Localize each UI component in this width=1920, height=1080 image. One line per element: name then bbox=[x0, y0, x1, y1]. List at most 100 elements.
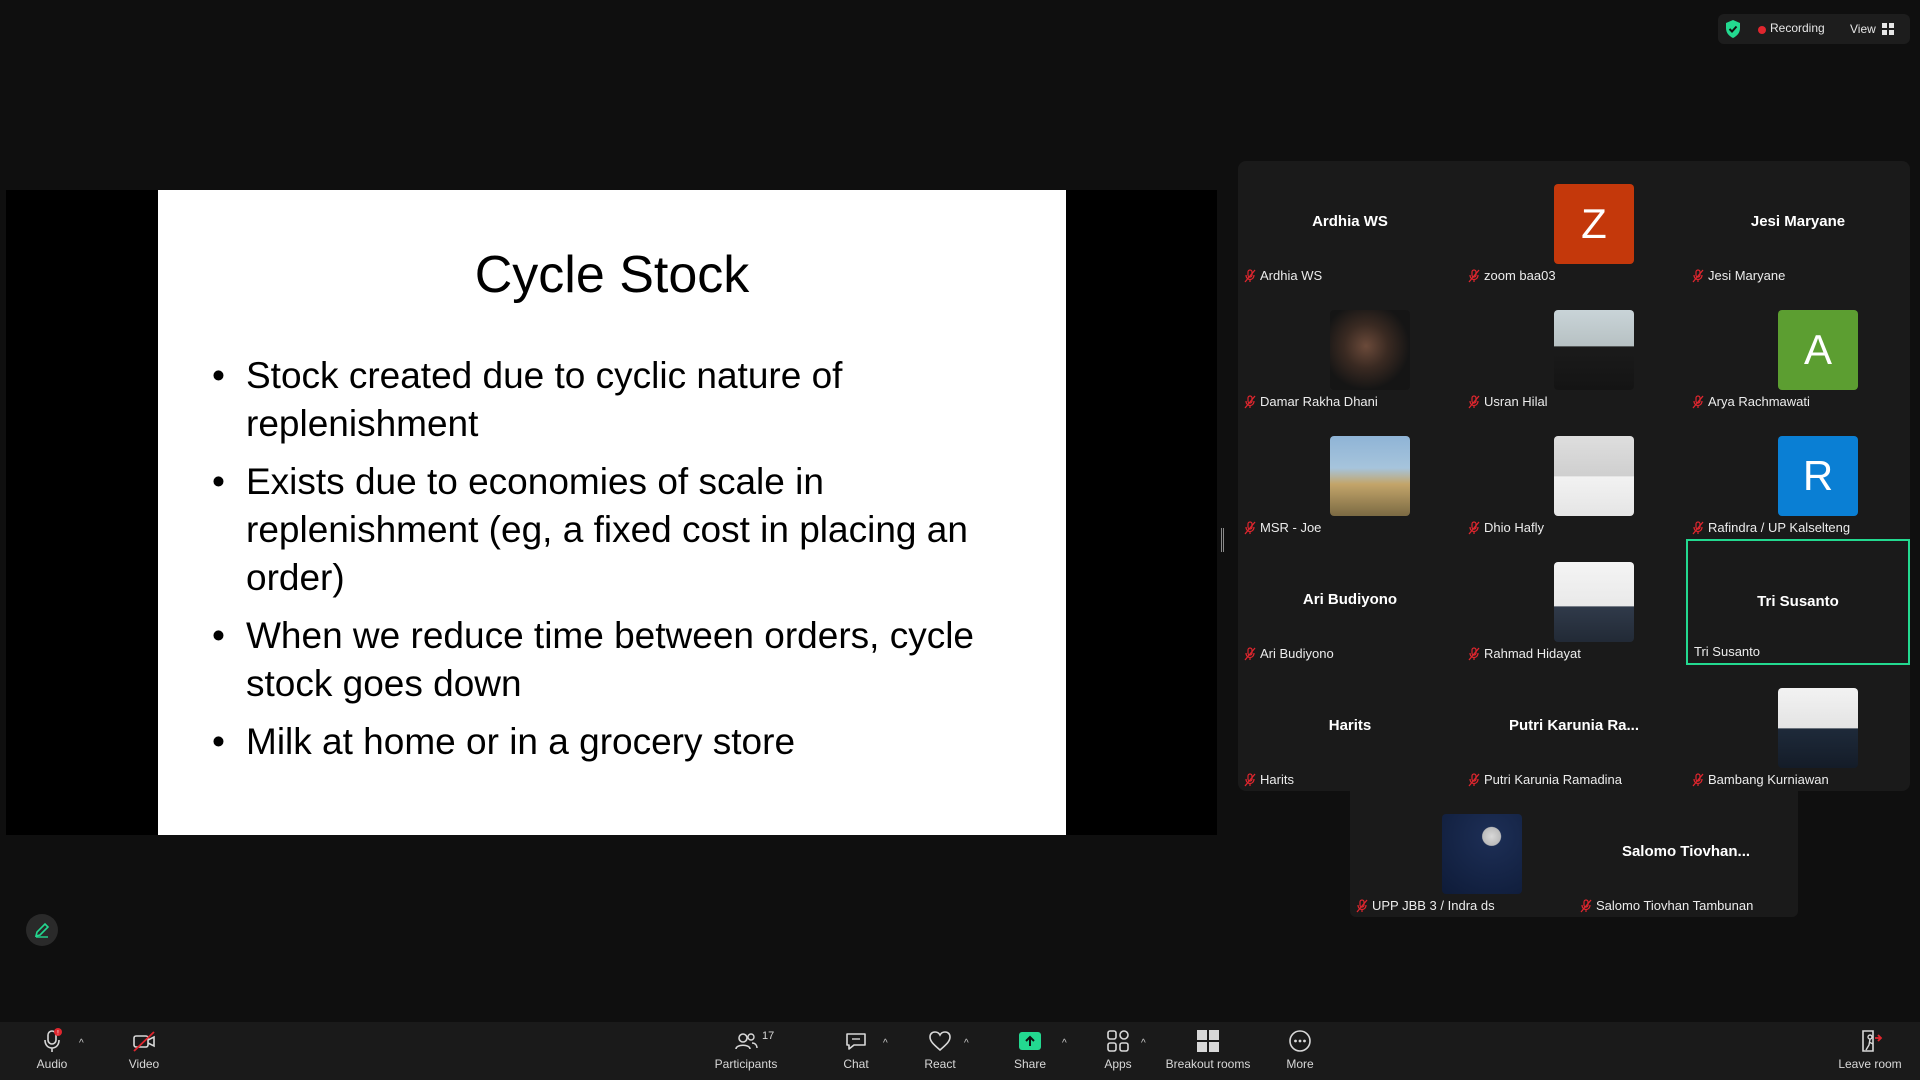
participant-tile[interactable]: Putri Karunia Ra... Putri Karunia Ramadin… bbox=[1462, 665, 1686, 791]
participant-name-label: Ari Budiyono bbox=[1244, 646, 1334, 661]
chat-button[interactable]: Chat bbox=[838, 1028, 874, 1076]
participant-tile[interactable]: UPP JBB 3 / Indra ds bbox=[1350, 791, 1574, 917]
participant-tile[interactable]: Harits Harits bbox=[1238, 665, 1462, 791]
slide-bullet: When we reduce time between orders, cycl… bbox=[212, 612, 1012, 708]
participant-name-label: Arya Rachmawati bbox=[1692, 394, 1810, 409]
breakout-rooms-button[interactable]: Breakout rooms bbox=[1162, 1028, 1254, 1076]
participant-avatar-photo bbox=[1554, 562, 1634, 642]
share-options-caret[interactable]: ^ bbox=[1062, 1038, 1067, 1049]
apps-icon bbox=[1107, 1030, 1129, 1052]
apps-options-caret[interactable]: ^ bbox=[1141, 1038, 1146, 1049]
more-button[interactable]: More bbox=[1282, 1028, 1318, 1076]
participant-tile[interactable]: Ardhia WS Ardhia WS bbox=[1238, 161, 1462, 287]
video-button[interactable]: Video bbox=[126, 1028, 162, 1076]
participant-name-label: Salomo Tiovhan Tambunan bbox=[1580, 898, 1753, 913]
leave-room-label: Leave room bbox=[1838, 1057, 1902, 1071]
react-label: React bbox=[924, 1057, 956, 1071]
meeting-status-bar: Recording View bbox=[1718, 14, 1910, 44]
view-button[interactable]: View bbox=[1850, 18, 1894, 40]
participant-name-label: MSR - Joe bbox=[1244, 520, 1321, 535]
participant-tile[interactable]: Rahmad Hidayat bbox=[1462, 539, 1686, 665]
video-off-icon bbox=[133, 1031, 155, 1052]
participant-name: Putri Karunia Ramadina bbox=[1484, 772, 1623, 787]
participant-avatar-initial: Z bbox=[1554, 184, 1634, 264]
participant-name-label: Jesi Maryane bbox=[1692, 268, 1785, 283]
participant-name: Damar Rakha Dhani bbox=[1260, 394, 1378, 409]
participant-display-name: Ari Budiyono bbox=[1302, 591, 1398, 608]
grid-view-icon bbox=[1881, 23, 1894, 35]
participant-tile[interactable]: Dhio Hafly bbox=[1462, 413, 1686, 539]
participant-tile[interactable]: Salomo Tiovhan... Salomo Tiovhan Tambunan bbox=[1574, 791, 1798, 917]
microphone-muted-icon bbox=[1244, 520, 1256, 535]
share-screen-icon bbox=[1019, 1032, 1041, 1050]
slide-bullet: Exists due to economies of scale in repl… bbox=[212, 458, 1012, 602]
microphone-muted-icon bbox=[1468, 646, 1480, 661]
participant-avatar-initial: R bbox=[1778, 436, 1858, 516]
microphone-muted-icon bbox=[1244, 268, 1256, 283]
chat-options-caret[interactable]: ^ bbox=[883, 1038, 888, 1049]
pencil-icon bbox=[34, 922, 50, 938]
participant-tile[interactable]: Bambang Kurniawan bbox=[1686, 665, 1910, 791]
participant-name: Arya Rachmawati bbox=[1708, 394, 1810, 409]
participant-tile[interactable]: Zzoom baa03 bbox=[1462, 161, 1686, 287]
react-button[interactable]: React bbox=[920, 1028, 960, 1076]
slide-bullet: Milk at home or in a grocery store bbox=[212, 718, 1012, 766]
participant-avatar-photo bbox=[1554, 310, 1634, 390]
participant-tile[interactable]: Ari Budiyono Ari Budiyono bbox=[1238, 539, 1462, 665]
presentation-slide: Cycle Stock Stock created due to cyclic … bbox=[158, 190, 1066, 835]
share-label: Share bbox=[1013, 1057, 1047, 1071]
chat-label: Chat bbox=[843, 1057, 869, 1071]
more-label: More bbox=[1286, 1057, 1314, 1071]
microphone-muted-icon bbox=[1244, 394, 1256, 409]
participant-name-label: Dhio Hafly bbox=[1468, 520, 1544, 535]
participant-avatar-photo bbox=[1442, 814, 1522, 894]
participant-name-label: Tri Susanto bbox=[1694, 644, 1760, 659]
breakout-rooms-label: Breakout rooms bbox=[1165, 1057, 1251, 1071]
microphone-muted-icon bbox=[1692, 520, 1704, 535]
participant-tile[interactable]: Damar Rakha Dhani bbox=[1238, 287, 1462, 413]
participant-name-label: Harits bbox=[1244, 772, 1294, 787]
apps-label: Apps bbox=[1104, 1057, 1132, 1071]
microphone-muted-icon bbox=[1692, 772, 1704, 787]
audio-button[interactable]: ! Audio bbox=[34, 1028, 70, 1076]
participant-tile[interactable]: Tri Susanto Tri Susanto bbox=[1686, 539, 1910, 665]
participant-name: Tri Susanto bbox=[1694, 644, 1760, 659]
leave-room-button[interactable]: Leave room bbox=[1836, 1028, 1904, 1076]
participant-tile[interactable]: Usran Hilal bbox=[1462, 287, 1686, 413]
participant-display-name: Harits bbox=[1328, 717, 1372, 734]
participant-tile[interactable]: Jesi Maryane Jesi Maryane bbox=[1686, 161, 1910, 287]
apps-button[interactable]: Apps bbox=[1098, 1028, 1138, 1076]
participant-tile[interactable]: R Rafindra / UP Kalselteng bbox=[1686, 413, 1910, 539]
participant-display-name: Putri Karunia Ra... bbox=[1508, 717, 1640, 734]
participants-count: 17 bbox=[762, 1030, 775, 1042]
participant-name-label: UPP JBB 3 / Indra ds bbox=[1356, 898, 1495, 913]
participant-name-label: Ardhia WS bbox=[1244, 268, 1322, 283]
meeting-toolbar: ! Audio ^ Video Participants 17 Chat ^ R… bbox=[0, 1022, 1920, 1080]
microphone-muted-icon bbox=[1692, 268, 1704, 283]
react-options-caret[interactable]: ^ bbox=[964, 1038, 969, 1049]
participant-name: UPP JBB 3 / Indra ds bbox=[1372, 898, 1495, 913]
annotate-button[interactable] bbox=[26, 914, 58, 946]
participant-name: Rafindra / UP Kalselteng bbox=[1708, 520, 1851, 535]
participant-name-label: Bambang Kurniawan bbox=[1692, 772, 1829, 787]
participant-avatar-photo bbox=[1330, 436, 1410, 516]
participant-tile[interactable]: MSR - Joe bbox=[1238, 413, 1462, 539]
slide-bullet-list: Stock created due to cyclic nature of re… bbox=[212, 352, 1012, 776]
breakout-rooms-icon bbox=[1197, 1030, 1219, 1052]
participant-avatar-photo bbox=[1554, 436, 1634, 516]
participant-name: Rahmad Hidayat bbox=[1484, 646, 1581, 661]
participant-avatar-initial: A bbox=[1778, 310, 1858, 390]
participant-avatar-photo bbox=[1778, 688, 1858, 768]
heart-icon bbox=[929, 1031, 951, 1052]
microphone-muted-icon bbox=[1468, 772, 1480, 787]
participant-name: Harits bbox=[1260, 772, 1294, 787]
leave-room-icon bbox=[1862, 1030, 1883, 1052]
shield-icon[interactable] bbox=[1724, 19, 1742, 39]
participant-tile[interactable]: A Arya Rachmawati bbox=[1686, 287, 1910, 413]
panel-resize-handle[interactable] bbox=[1221, 528, 1224, 552]
audio-options-caret[interactable]: ^ bbox=[79, 1038, 84, 1049]
recording-label[interactable]: Recording bbox=[1770, 21, 1825, 35]
share-button[interactable]: Share bbox=[1010, 1028, 1050, 1076]
participant-display-name: Salomo Tiovhan... bbox=[1621, 843, 1751, 860]
participant-name: Ari Budiyono bbox=[1260, 646, 1334, 661]
